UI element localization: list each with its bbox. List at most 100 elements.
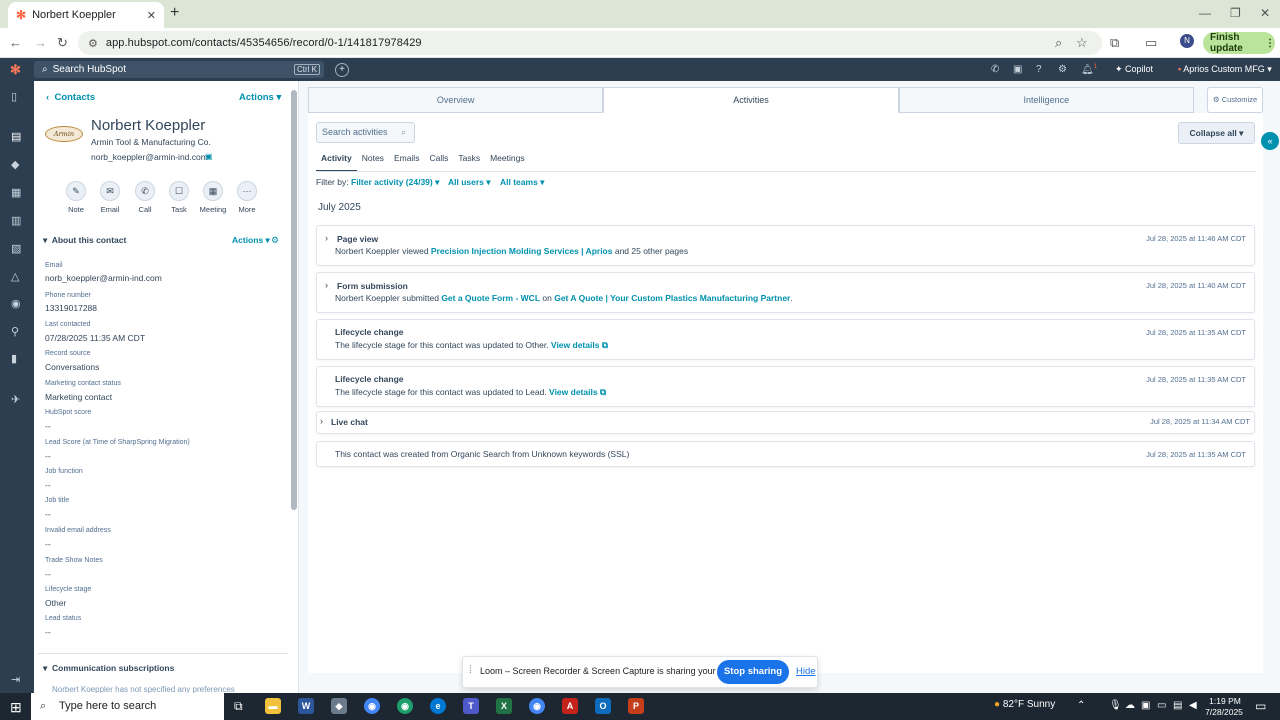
all-users-dropdown[interactable]: All users ▾ <box>448 177 491 188</box>
stop-sharing-button[interactable]: Stop sharing <box>717 660 789 684</box>
site-info-icon[interactable]: ⚙ <box>88 37 98 50</box>
outlook-icon[interactable]: O <box>595 698 611 714</box>
form-link[interactable]: Get a Quote Form - WCL <box>441 293 540 303</box>
property-value[interactable]: -- <box>45 627 51 637</box>
about-actions-dropdown[interactable]: Actions ▾ <box>232 235 270 246</box>
chevron-right-icon[interactable]: › <box>320 416 323 426</box>
tray-chevron-icon[interactable]: ⌃ <box>1077 700 1085 711</box>
email-button[interactable]: ✉ <box>100 181 120 201</box>
expand-nav-icon[interactable]: ⇥ <box>11 673 20 686</box>
windows-search-box[interactable]: ⌕ Type here to search <box>31 693 224 720</box>
commerce-nav-icon[interactable]: ⚲ <box>11 325 19 338</box>
sales-nav-icon[interactable]: ▥ <box>11 214 21 227</box>
battery-icon[interactable]: ▭ <box>1157 700 1166 711</box>
pin-nav-icon[interactable]: ✈ <box>11 393 20 406</box>
content-nav-icon[interactable]: ▦ <box>11 186 21 199</box>
new-tab-icon[interactable]: + <box>170 4 179 22</box>
data-nav-icon[interactable]: ◉ <box>11 297 21 310</box>
activity-card[interactable]: Lifecycle change Jul 28, 2025 at 11:35 A… <box>316 319 1255 360</box>
page-link[interactable]: Precision Injection Molding Services | A… <box>431 246 613 256</box>
subtab-activity[interactable]: Activity <box>316 152 357 172</box>
activity-card[interactable]: › Live chat Jul 28, 2025 at 11:34 AM CDT <box>316 411 1255 434</box>
property-value[interactable]: Other <box>45 598 66 608</box>
powerpoint-icon[interactable]: P <box>628 698 644 714</box>
property-value[interactable]: 13319017288 <box>45 303 97 313</box>
view-details-link[interactable]: View details <box>549 387 598 397</box>
weather-widget[interactable]: ● 82°F Sunny <box>994 699 1055 710</box>
subtab-tasks[interactable]: Tasks <box>453 152 485 172</box>
forward-icon[interactable]: → <box>34 35 47 50</box>
subtab-notes[interactable]: Notes <box>357 152 389 172</box>
property-value[interactable]: -- <box>45 451 51 461</box>
call-button[interactable]: ✆ <box>135 181 155 201</box>
about-settings-gear-icon[interactable]: ⚙ <box>271 235 279 246</box>
cast-icon[interactable]: ▭ <box>1145 35 1157 51</box>
meeting-button[interactable]: ▦ <box>203 181 223 201</box>
collapse-all-button[interactable]: Collapse all ▾ <box>1178 122 1255 144</box>
activity-card[interactable]: This contact was created from Organic Se… <box>316 441 1255 467</box>
task-view-icon[interactable]: ⧉ <box>234 699 243 714</box>
property-value[interactable]: Marketing contact <box>45 392 112 402</box>
zoom-icon[interactable]: ⌕ <box>1055 35 1062 51</box>
property-value[interactable]: 07/28/2025 11:35 AM CDT <box>45 333 145 343</box>
network-icon[interactable]: ▤ <box>1173 700 1182 711</box>
help-icon[interactable]: ? <box>1036 64 1042 75</box>
note-button[interactable]: ✎ <box>66 181 86 201</box>
chrome-icon[interactable]: ◉ <box>364 698 380 714</box>
chrome-profile-icon[interactable]: ◉ <box>397 698 413 714</box>
property-value[interactable]: Conversations <box>45 362 99 372</box>
about-contact-header[interactable]: ▾ About this contact <box>43 235 126 246</box>
copy-icon[interactable]: ▣ <box>205 152 213 161</box>
create-plus-icon[interactable]: + <box>335 63 349 77</box>
app-icon[interactable]: ◆ <box>331 698 347 714</box>
profile-avatar[interactable]: N <box>1180 34 1194 48</box>
tab-overview[interactable]: Overview <box>308 87 604 113</box>
hubspot-logo-icon[interactable]: ✻ <box>10 62 21 78</box>
reporting-nav-icon[interactable]: ▮ <box>11 352 17 365</box>
address-bar[interactable]: ⚙ app.hubspot.com/contacts/45354656/reco… <box>78 31 1102 55</box>
hubspot-search-input[interactable]: ⌕ Search HubSpot Ctrl K <box>34 61 324 78</box>
expand-sidebar-icon[interactable]: « <box>1261 132 1279 150</box>
property-value[interactable]: -- <box>45 539 51 549</box>
word-icon[interactable]: W <box>298 698 314 714</box>
cloud-icon[interactable]: ☁ <box>1125 700 1135 711</box>
subtab-emails[interactable]: Emails <box>389 152 425 172</box>
reload-icon[interactable]: ↻ <box>57 35 68 51</box>
bookmarks-nav-icon[interactable]: ▯ <box>11 90 17 103</box>
activity-card[interactable]: › Page view Jul 28, 2025 at 11:46 AM CDT… <box>316 225 1255 266</box>
hide-link[interactable]: Hide <box>796 666 816 677</box>
activity-card[interactable]: Lifecycle change Jul 28, 2025 at 11:35 A… <box>316 366 1255 407</box>
tab-activities[interactable]: Activities <box>603 87 899 113</box>
account-menu[interactable]: ▪ Aprios Custom MFG ▾ <box>1178 64 1272 75</box>
settings-gear-icon[interactable]: ⚙ <box>1058 64 1067 75</box>
automation-nav-icon[interactable]: △ <box>11 270 19 283</box>
back-icon[interactable]: ← <box>9 35 22 50</box>
clock-date[interactable]: 7/28/2025 <box>1201 707 1247 717</box>
back-to-contacts-link[interactable]: ‹ Contacts <box>46 92 95 103</box>
task-button[interactable]: ☐ <box>169 181 189 201</box>
crm-nav-icon[interactable]: ▤ <box>11 130 21 143</box>
chrome-active-icon[interactable]: ◉ <box>529 698 545 714</box>
marketing-nav-icon[interactable]: ◆ <box>11 158 19 171</box>
view-details-link[interactable]: View details <box>551 340 600 350</box>
volume-icon[interactable]: ◀ <box>1189 700 1197 711</box>
excel-icon[interactable]: X <box>496 698 512 714</box>
camera-icon[interactable]: ▣ <box>1141 700 1150 711</box>
customize-button[interactable]: ⚙ Customize <box>1207 87 1263 113</box>
search-activities-input[interactable]: Search activities ⌕ <box>316 122 415 143</box>
maximize-icon[interactable]: ❐ <box>1230 6 1241 20</box>
finish-update-button[interactable]: Finish update ⋮ <box>1203 32 1275 54</box>
window-close-icon[interactable]: ✕ <box>1260 6 1270 20</box>
notification-center-icon[interactable]: ▭ <box>1255 699 1266 713</box>
file-explorer-icon[interactable]: ▬ <box>265 698 281 714</box>
browser-tab[interactable]: ✻ Norbert Koeppler ✕ <box>8 2 164 28</box>
edge-icon[interactable]: e <box>430 698 446 714</box>
extensions-icon[interactable]: ⧉ <box>1110 35 1119 51</box>
activity-card[interactable]: › Form submission Jul 28, 2025 at 11:40 … <box>316 272 1255 313</box>
filter-activity-dropdown[interactable]: Filter activity (24/39) ▾ <box>351 177 439 188</box>
chevron-right-icon[interactable]: › <box>325 233 328 243</box>
property-value[interactable]: -- <box>45 509 51 519</box>
contact-email[interactable]: norb_koeppler@armin-ind.com <box>91 152 208 162</box>
all-teams-dropdown[interactable]: All teams ▾ <box>500 177 544 188</box>
calling-icon[interactable]: ✆ <box>991 64 999 75</box>
